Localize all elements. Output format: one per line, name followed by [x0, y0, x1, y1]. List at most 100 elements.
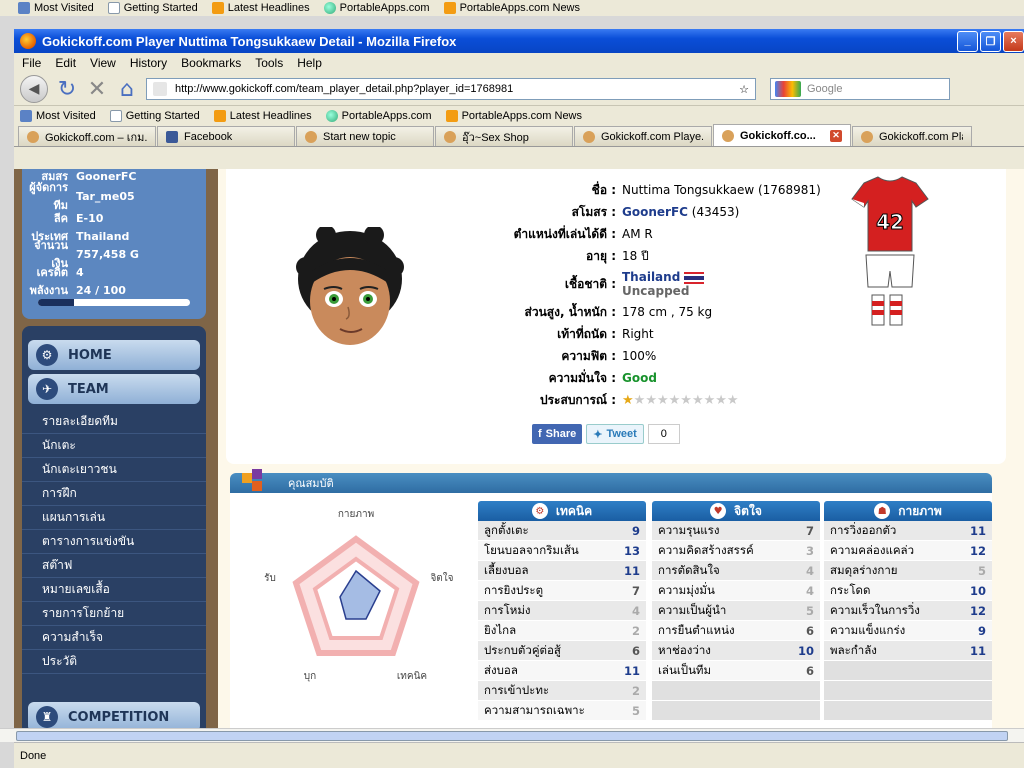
search-box[interactable]: Google — [770, 78, 950, 100]
team-item-history[interactable]: ประวัติ — [22, 650, 206, 674]
address-bar[interactable]: http://www.gokickoff.com/team_player_det… — [146, 78, 756, 100]
back-button[interactable]: ◀ — [20, 75, 48, 103]
bookmark-latest-headlines[interactable]: Latest Headlines — [211, 2, 310, 14]
stop-icon[interactable]: ✕ — [86, 77, 108, 102]
tweet-button[interactable]: ✦ Tweet — [586, 424, 644, 444]
team-item-players[interactable]: นักเตะ — [22, 434, 206, 458]
tab-player-2[interactable]: Gokickoff.com Playe... — [852, 126, 972, 146]
tab-player-active[interactable]: Gokickoff.co... ✕ — [713, 124, 851, 146]
attribute-row: การโหม่ง 4 — [478, 601, 646, 621]
bookmark-most-visited[interactable]: Most Visited — [18, 2, 94, 14]
profile-row-money: จำนวนเงิน 757,458 G — [34, 239, 139, 270]
tab-gokickoff-home[interactable]: Gokickoff.com – เกม... — [18, 126, 156, 146]
attribute-name: ความมุ่งมั่น — [658, 582, 715, 597]
bookmark-portableapps[interactable]: PortableApps.com — [325, 109, 432, 122]
team-item-training[interactable]: การฝึก — [22, 482, 206, 506]
attribute-value: 9 — [977, 623, 986, 638]
empty-attribute-row — [652, 681, 820, 701]
star-empty-icon: ★ — [680, 392, 692, 408]
close-tab-icon[interactable]: ✕ — [830, 129, 842, 142]
facebook-icon — [166, 130, 178, 143]
tab-start-new-topic[interactable]: Start new topic — [296, 126, 434, 146]
star-empty-icon: ★ — [633, 392, 646, 408]
club-link[interactable]: GoonerFC — [622, 205, 688, 219]
menu-bookmarks[interactable]: Bookmarks — [181, 56, 241, 70]
team-item-transfers[interactable]: รายการโยกย้าย — [22, 602, 206, 626]
attribute-name: การตัดสินใจ — [658, 562, 720, 577]
url-text[interactable]: http://www.gokickoff.com/team_player_det… — [175, 83, 739, 95]
close-button[interactable]: × — [1003, 30, 1024, 52]
gokickoff-icon — [861, 130, 873, 143]
attribute-row: ความมุ่งมั่น 4 — [652, 581, 820, 601]
home-icon[interactable]: ⌂ — [116, 77, 138, 102]
bookmark-latest-headlines[interactable]: Latest Headlines — [213, 109, 312, 122]
shirt-number: 42 — [876, 210, 904, 234]
status-text: Done — [20, 749, 47, 762]
attributes-icon — [242, 469, 262, 491]
gokickoff-icon — [722, 129, 734, 142]
bookmark-star-icon[interactable]: ☆ — [739, 83, 749, 96]
bookmark-portableapps[interactable]: PortableApps.com — [323, 2, 430, 14]
attribute-row: หาช่องว่าง 10 — [652, 641, 820, 661]
bookmark-most-visited[interactable]: Most Visited — [20, 109, 96, 122]
attribute-value: 7 — [631, 583, 640, 598]
radar-label-technique: เทคนิค — [397, 671, 427, 682]
horizontal-scrollbar[interactable] — [0, 728, 1024, 742]
attribute-value: 12 — [969, 543, 986, 558]
gokickoff-icon — [27, 130, 39, 143]
home-icon: ⚙ — [36, 344, 58, 366]
player-age-row: อายุ :18 ปี — [586, 248, 649, 263]
team-item-staff[interactable]: สต๊าฟ — [22, 554, 206, 578]
team-menu-button[interactable]: ✈ TEAM — [28, 374, 200, 404]
maximize-button[interactable]: ❐ — [980, 30, 1001, 52]
star-empty-icon: ★ — [726, 392, 739, 408]
menu-help[interactable]: Help — [297, 56, 322, 70]
radar-label-attack: บุก — [304, 671, 316, 682]
team-item-shirt-numbers[interactable]: หมายเลขเสื้อ — [22, 578, 206, 602]
bookmark-getting-started[interactable]: Getting Started — [109, 109, 200, 122]
bookmark-portableapps-news[interactable]: PortableApps.com News — [443, 2, 580, 14]
player-morale-row: ความมั่นใจ : Good — [548, 370, 657, 386]
page-icon — [109, 109, 122, 122]
team-item-tactics[interactable]: แผนการเล่น — [22, 506, 206, 530]
team-item-youth[interactable]: นักเตะเยาวชน — [22, 458, 206, 482]
team-item-achievements[interactable]: ความสำเร็จ — [22, 626, 206, 650]
search-placeholder[interactable]: Google — [807, 83, 842, 95]
menu-file[interactable]: File — [22, 56, 41, 70]
tab-facebook[interactable]: Facebook — [157, 126, 295, 146]
attribute-value: 5 — [631, 703, 640, 718]
attribute-row: ความเป็นผู้นำ 5 — [652, 601, 820, 621]
scrollbar-thumb[interactable] — [16, 731, 1008, 741]
tab-player-1[interactable]: Gokickoff.com Playe... — [574, 126, 712, 146]
home-menu-button[interactable]: ⚙ HOME — [28, 340, 200, 370]
team-item-details[interactable]: รายละเอียดทีม — [22, 410, 206, 434]
reload-icon[interactable]: ↻ — [56, 77, 78, 102]
bookmark-portableapps-news[interactable]: PortableApps.com News — [445, 109, 582, 122]
attribute-name: ลูกตั้งเตะ — [484, 522, 529, 537]
team-submenu: รายละเอียดทีม นักเตะ นักเตะเยาวชน การฝึก… — [22, 410, 206, 674]
tab-bar: Gokickoff.com – เกม... Facebook Start ne… — [14, 124, 1024, 147]
team-item-fixtures[interactable]: ตารางการแข่งขัน — [22, 530, 206, 554]
facebook-share-button[interactable]: f Share — [532, 424, 583, 444]
nationality-link[interactable]: Thailand — [622, 270, 680, 284]
rss-icon — [443, 2, 456, 14]
gokickoff-icon — [305, 130, 317, 143]
menu-tools[interactable]: Tools — [255, 56, 283, 70]
bookmark-getting-started[interactable]: Getting Started — [107, 2, 198, 14]
technique-column: ⚙ เทคนิค ลูกตั้งเตะ 9 โยนบอลจากริมเส้น 13 เลี… — [478, 501, 646, 721]
tab-sex-shop[interactable]: อุ๊ว~Sex Shop — [435, 126, 573, 146]
empty-attribute-row — [824, 661, 992, 681]
globe-icon — [323, 2, 336, 14]
menu-view[interactable]: View — [90, 56, 116, 70]
attribute-name: ส่งบอล — [484, 662, 518, 677]
minimize-button[interactable]: _ — [957, 30, 978, 52]
star-empty-icon: ★ — [656, 392, 669, 408]
attribute-name: การวิ่งออกตัว — [830, 522, 897, 537]
attribute-row: การยืนตำแหน่ง 6 — [652, 621, 820, 641]
radar-label-mental: จิตใจ — [430, 572, 453, 584]
technique-header: ⚙ เทคนิค — [478, 501, 646, 521]
energy-bar-fill — [38, 299, 75, 306]
google-icon[interactable] — [775, 81, 801, 97]
menu-edit[interactable]: Edit — [55, 56, 76, 70]
menu-history[interactable]: History — [130, 56, 167, 70]
